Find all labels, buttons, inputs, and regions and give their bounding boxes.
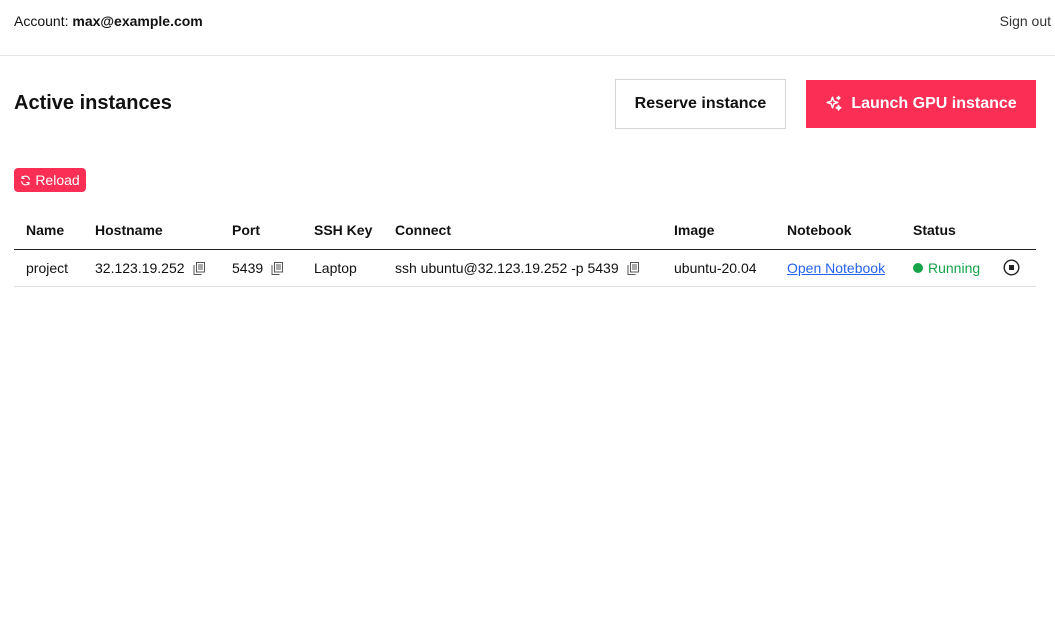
cell-connect: ssh ubuntu@32.123.19.252 -p 5439 [383,249,662,287]
status-badge: Running [913,260,980,276]
cell-ssh-key: Laptop [302,249,383,287]
port-value: 5439 [232,259,264,276]
account-email: max@example.com [72,13,203,29]
cell-port: 5439 [220,249,302,287]
hostname-value: 32.123.19.252 [95,259,185,276]
column-header-ssh-key: SSH Key [302,212,383,250]
column-header-port: Port [220,212,302,250]
connect-command: ssh ubuntu@32.123.19.252 -p 5439 [395,259,619,276]
instances-table: Name Hostname Port SSH Key Connect Image… [14,212,1036,287]
reload-button[interactable]: Reload [14,168,86,192]
sign-out-button[interactable]: Sign out [1000,13,1051,29]
sparkle-icon [825,95,843,113]
launch-gpu-instance-button[interactable]: Launch GPU instance [806,80,1036,128]
reserve-instance-button[interactable]: Reserve instance [615,79,786,129]
column-header-name: Name [14,212,83,250]
table-row: project 32.123.19.252 5439 Laptop ssh ub… [14,249,1036,287]
column-header-notebook: Notebook [775,212,901,250]
column-header-hostname: Hostname [83,212,220,250]
page-title: Active instances [14,92,172,114]
copy-icon[interactable] [627,262,639,276]
launch-label: Launch GPU instance [851,95,1017,112]
copy-icon[interactable] [271,262,284,276]
cell-image: ubuntu-20.04 [662,249,775,287]
top-bar: Account: max@example.com Sign out [0,0,1055,56]
status-dot-icon [913,262,923,273]
open-notebook-link[interactable]: Open Notebook [787,260,885,276]
cell-actions [991,249,1036,287]
reload-label: Reload [35,172,80,188]
stop-icon[interactable] [1003,259,1020,276]
column-header-connect: Connect [383,212,662,250]
refresh-icon [20,175,31,186]
status-text: Running [928,259,981,276]
account-info: Account: max@example.com [14,13,203,29]
cell-status: Running [901,249,991,287]
cell-name: project [14,249,83,287]
cell-notebook: Open Notebook [775,249,901,287]
column-header-image: Image [662,212,775,250]
cell-hostname: 32.123.19.252 [83,249,220,287]
column-header-actions [991,212,1036,250]
table-header-row: Name Hostname Port SSH Key Connect Image… [14,212,1036,250]
account-label: Account: [14,13,69,29]
column-header-status: Status [901,212,991,250]
copy-icon[interactable] [193,262,205,276]
